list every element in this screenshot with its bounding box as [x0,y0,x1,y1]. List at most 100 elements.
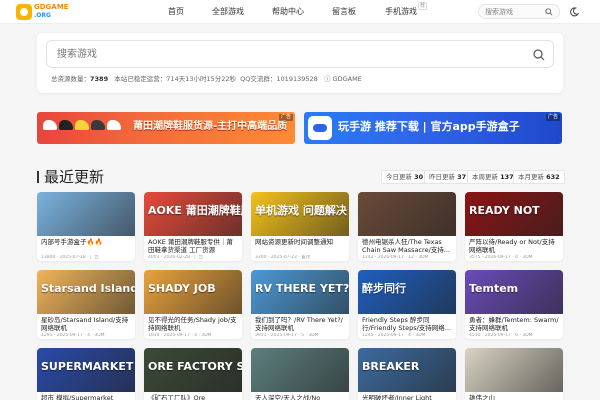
game-thumbnail-art-text: READY NOT [469,204,540,217]
filter-yesterday-label: 昨日更新 [429,173,455,181]
filter-today-label: 今日更新 [386,173,412,181]
game-card-title[interactable]: 星砂岛/Starsand Island/支持网络联机 [41,316,131,332]
header-search-placeholder: 搜索游戏 [485,8,513,16]
game-thumbnail-art-text: 醉步同行 [362,282,406,295]
shoe-icon [43,120,57,130]
game-card-title[interactable]: 严阵以待/Ready or Not/支持网络联机 [469,238,559,254]
game-card[interactable]: 醉步同行 Friendly Steps 醉步同行/Friendly Steps/支… [358,270,456,339]
search-icon[interactable] [545,8,553,16]
game-thumbnail[interactable]: 醉步同行 [358,270,456,314]
ad-banner-game-box[interactable]: 玩手游 推荐下载 | 官方app手游盒子 广告 [304,112,562,144]
nav-all-games[interactable]: 全部游戏 [212,6,244,18]
game-thumbnail[interactable]: READY NOT [465,192,563,236]
filter-today-value: 30 [414,173,424,181]
game-thumbnail[interactable]: 单机游戏 问题解决 [251,192,349,236]
game-card-title[interactable]: 见不得光的任务/Shady job/支持网络联机 [148,316,238,332]
game-card-title[interactable]: 天人深空/天人之战/No [255,394,345,400]
filter-today[interactable]: 今日更新 30 [381,170,429,184]
site-stats: 总资源数量：7389 本站已稳定运营：714天13小时15分22秒 QQ交流群：… [51,75,362,84]
ad-banner-shoes[interactable]: 莆田潮牌鞋服货源-主打中高端品质 广告 [37,112,295,144]
game-card-title[interactable]: 《矿石工厂队》Ore [148,394,238,400]
filter-week[interactable]: 本周更新 137 [467,170,519,184]
game-thumbnail[interactable] [251,348,349,392]
game-card-title[interactable]: 内部号手游盒子🔥🔥 [41,238,131,246]
game-thumbnail[interactable]: ORE FACTORY SQUAD [144,348,242,392]
game-thumbnail[interactable] [37,192,135,236]
game-thumbnail-art-text: Starsand Island [41,282,135,295]
game-thumbnail-art-text: ORE FACTORY SQUAD [148,360,242,373]
filter-yesterday[interactable]: 昨日更新 37 [424,170,472,184]
game-thumbnail-art-text: SHADY JOB [148,282,216,295]
filter-month-label: 本月更新 [518,173,544,181]
filter-week-label: 本周更新 [472,173,498,181]
search-panel: 搜索游戏 总资源数量：7389 本站已稳定运营：714天13小时15分22秒 Q… [37,33,563,93]
shoe-icon [107,120,121,130]
shoe-icon [59,120,73,130]
game-thumbnail-art-text: AOKE 莆田潮牌鞋服 [148,204,242,217]
dark-mode-moon-icon[interactable] [569,7,579,17]
game-card[interactable]: RV THERE YET? 我们到了吗？/RV There Yet?/支持网络联机… [251,270,349,339]
game-thumbnail[interactable]: Starsand Island [37,270,135,314]
section-accent-bar [37,171,39,183]
game-card[interactable]: Temtem 勇者：蜂群/Temtem: Swarm/支持网络联机 4510 · 2… [465,270,563,339]
game-thumbnail[interactable]: Temtem [465,270,563,314]
filter-month[interactable]: 本月更新 632 [513,170,565,184]
game-card[interactable]: AOKE 莆田潮牌鞋服 AOKE 莆田潮牌鞋服专供｜莆田鞋拿货渠道 工厂货源 400… [144,192,242,261]
ad-tag: 广告 [545,114,560,121]
nav-mobile-games[interactable]: 手机游戏 [385,6,417,18]
filter-month-value: 632 [546,173,560,181]
game-card-meta: 3575 · 2026-09-17 · 4 · 3DM [469,255,533,260]
nav-guestbook[interactable]: 留言板 [332,6,356,18]
top-nav-bar: GDGAME .ORG 首页 全部游戏 帮助中心 留言板 手机游戏 荐 搜索游戏 [0,0,600,24]
main-search-input[interactable]: 搜索游戏 [46,40,554,68]
game-card-title[interactable]: 雄伟之山 [469,394,559,400]
logo-text-line2: .ORG [34,12,51,19]
nav-mobile-badge: 荐 [418,2,428,10]
search-icon[interactable] [533,49,545,61]
globe-icon: ⓘ [323,75,331,83]
game-card-title[interactable]: Friendly Steps 醉步同行/Friendly Steps/支持网络.… [362,316,452,332]
game-thumbnail[interactable]: AOKE 莆田潮牌鞋服 [144,192,242,236]
game-card[interactable]: SHADY JOB 见不得光的任务/Shady job/支持网络联机 1034 · … [144,270,242,339]
game-card[interactable]: READY NOT 严阵以待/Ready or Not/支持网络联机 3575 · … [465,192,563,261]
logo-text-line1: GDGAME [34,3,69,11]
game-card[interactable]: 德州电锯杀人狂/The Texas Chain Saw Massacre/支持.… [358,192,456,261]
game-card-title[interactable]: 勇者：蜂群/Temtem: Swarm/支持网络联机 [469,316,559,332]
stats-total-value: 7389 [90,75,109,83]
game-card[interactable]: 内部号手游盒子🔥🔥 13800 · 2025-07-18 · 广告 [37,192,135,261]
game-card-meta: 1242 · 2026-09-17 · 12 · 3DM [362,255,429,260]
game-card[interactable]: ORE FACTORY SQUAD 《矿石工厂队》Ore [144,348,242,400]
game-thumbnail[interactable]: SHADY JOB [144,270,242,314]
game-card[interactable]: BREAKER 光明破坏者/Inner Light [358,348,456,400]
game-thumbnail[interactable] [358,192,456,236]
game-card-title[interactable]: 德州电锯杀人狂/The Texas Chain Saw Massacre/支持.… [362,238,452,254]
game-card-meta: 1245 · 2025-09-17 · 4 · 3DM [362,333,426,338]
game-card-meta: 1291 · 2025-09-17 · 4 · 3DM [41,333,105,338]
stats-site-name: GDGAME [332,75,362,83]
game-card-meta: 3300 · 2025-07-23 · 置顶 [255,255,311,260]
game-card-title[interactable]: 超市 模拟/Supermarket [41,394,131,400]
game-thumbnail[interactable]: RV THERE YET? [251,270,349,314]
game-thumbnail-art-text: SUPERMARKET CHAOS [41,360,135,373]
game-card[interactable]: 天人深空/天人之战/No [251,348,349,400]
game-card-title[interactable]: 网站资源更新时间调整通知 [255,238,345,246]
game-thumbnail-art-text: Temtem [469,282,519,295]
site-logo[interactable]: GDGAME .ORG [16,3,68,21]
game-card[interactable]: 雄伟之山 [465,348,563,400]
game-thumbnail[interactable]: SUPERMARKET CHAOS [37,348,135,392]
game-card-title[interactable]: AOKE 莆田潮牌鞋服专供｜莆田鞋拿货渠道 工厂货源 [148,238,238,254]
game-thumbnail[interactable] [465,348,563,392]
ad-banner-game-box-text: 玩手游 推荐下载 | 官方app手游盒子 [338,120,520,133]
game-card[interactable]: Starsand Island 星砂岛/Starsand Island/支持网络联… [37,270,135,339]
header-search-input[interactable]: 搜索游戏 [478,4,560,19]
nav-home[interactable]: 首页 [168,6,184,18]
nav-help-center[interactable]: 帮助中心 [272,6,304,18]
game-card-title[interactable]: 我们到了吗？/RV There Yet?/支持网络联机 [255,316,345,332]
game-card[interactable]: 单机游戏 问题解决网站资源更新时间调整通知 3300 · 2025-07-23 ·… [251,192,349,261]
ad-tag: 广告 [278,114,293,121]
game-card-title[interactable]: 光明破坏者/Inner Light [362,394,452,400]
game-card[interactable]: SUPERMARKET CHAOS 超市 模拟/Supermarket [37,348,135,400]
game-card-meta: 4003 · 2026-02-28 · 广告 [148,255,204,260]
game-thumbnail[interactable]: BREAKER [358,348,456,392]
logo-mark-icon [16,4,32,20]
